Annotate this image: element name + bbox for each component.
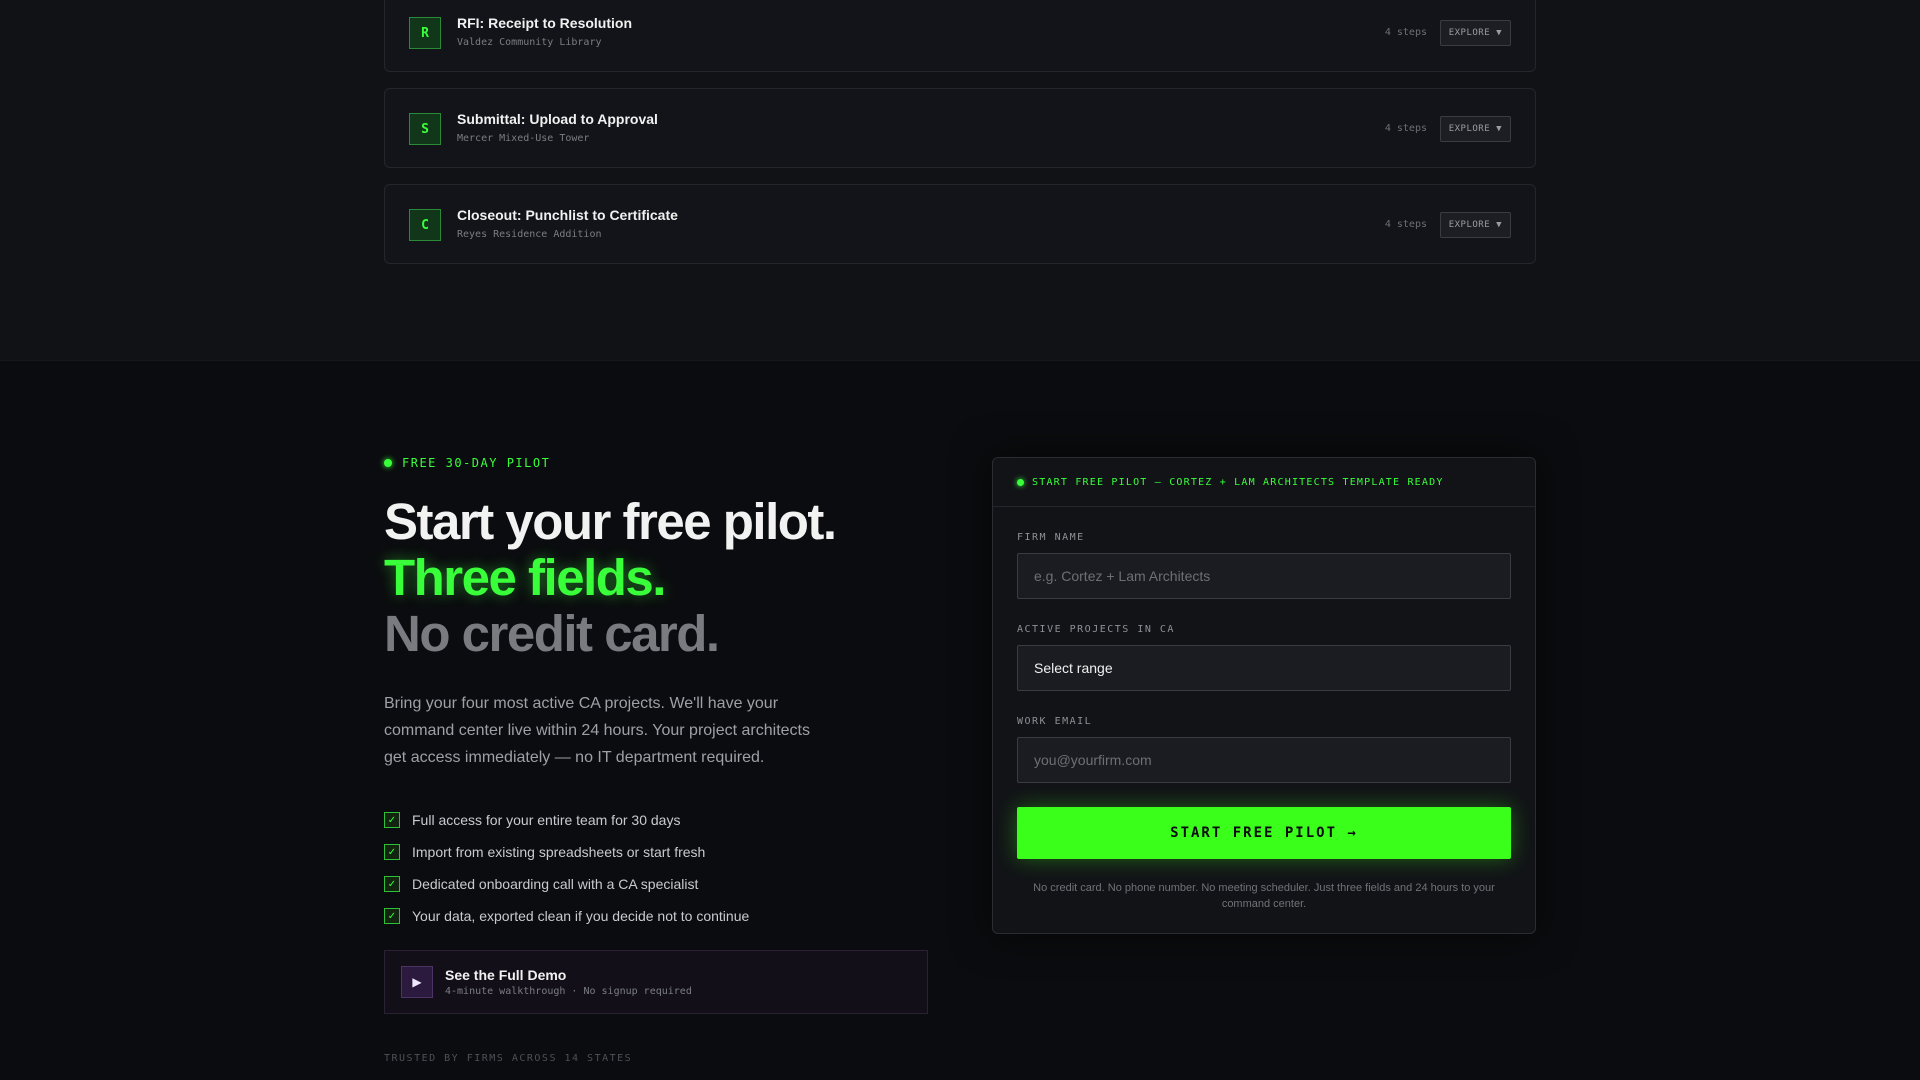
benefit-text: Dedicated onboarding call with a CA spec… [412, 876, 699, 892]
pilot-signup-form: START FREE PILOT — CORTEZ + LAM ARCHITEC… [992, 457, 1536, 934]
benefit-text: Import from existing spreadsheets or sta… [412, 844, 706, 860]
benefit-text: Full access for your entire team for 30 … [412, 812, 681, 828]
workflow-card-closeout: C Closeout: Punchlist to Certificate Rey… [384, 184, 1536, 264]
headline-line-3: No credit card. [384, 605, 720, 662]
list-item: ✓ Full access for your entire team for 3… [384, 804, 749, 836]
workflow-steps: 4 steps [1384, 27, 1427, 38]
workflow-project: Mercer Mixed-Use Tower [457, 133, 590, 144]
projects-label: ACTIVE PROJECTS IN CA [1017, 624, 1175, 635]
workflow-card-submittal: S Submittal: Upload to Approval Mercer M… [384, 88, 1536, 168]
workflow-badge: R [409, 17, 441, 49]
page-title: Start your free pilot. Three fields. No … [384, 493, 837, 662]
workflow-badge: S [409, 113, 441, 145]
form-fineprint: No credit card. No phone number. No meet… [1033, 882, 1495, 910]
check-icon: ✓ [384, 844, 400, 860]
check-icon: ✓ [384, 812, 400, 828]
firm-name-label: FIRM NAME [1017, 532, 1085, 543]
explore-button[interactable]: EXPLORE ▼ [1439, 212, 1511, 238]
explore-button[interactable]: EXPLORE ▼ [1439, 116, 1511, 142]
status-dot-icon [1017, 478, 1024, 486]
work-email-field[interactable] [1017, 737, 1511, 783]
workflow-steps: 4 steps [1384, 123, 1427, 134]
pilot-eyebrow: FREE 30-DAY PILOT [384, 456, 550, 470]
status-dot-icon [384, 459, 392, 467]
headline-line-2: Three fields. [384, 549, 666, 606]
workflow-project: Valdez Community Library [457, 37, 602, 48]
list-item: ✓ Dedicated onboarding call with a CA sp… [384, 868, 749, 900]
form-header-label: START FREE PILOT — CORTEZ + LAM ARCHITEC… [1032, 476, 1444, 488]
start-free-pilot-button[interactable]: START FREE PILOT → [1017, 807, 1511, 859]
lead-paragraph: Bring your four most active CA projects.… [384, 695, 810, 766]
demo-subtitle: 4-minute walkthrough · No signup require… [445, 986, 692, 997]
workflow-list-section: R RFI: Receipt to Resolution Valdez Comm… [0, 0, 1920, 361]
workflow-badge: C [409, 209, 441, 241]
demo-text: See the Full Demo 4-minute walkthrough ·… [445, 967, 692, 997]
workflow-card-rfi: R RFI: Receipt to Resolution Valdez Comm… [384, 0, 1536, 72]
workflow-title: RFI: Receipt to Resolution [457, 15, 632, 31]
full-demo-link[interactable]: ▶ See the Full Demo 4-minute walkthrough… [384, 950, 928, 1014]
demo-title: See the Full Demo [445, 967, 567, 983]
workflow-title: Submittal: Upload to Approval [457, 111, 658, 127]
check-icon: ✓ [384, 876, 400, 892]
explore-button[interactable]: EXPLORE ▼ [1439, 20, 1511, 46]
projects-range-select[interactable]: Select range [1017, 645, 1511, 691]
check-icon: ✓ [384, 908, 400, 924]
workflow-steps: 4 steps [1384, 219, 1427, 230]
list-item: ✓ Your data, exported clean if you decid… [384, 900, 749, 932]
play-icon: ▶ [401, 966, 433, 998]
workflow-title: Closeout: Punchlist to Certificate [457, 207, 678, 223]
headline-line-1: Start your free pilot. [384, 493, 837, 550]
workflow-project: Reyes Residence Addition [457, 229, 602, 240]
eyebrow-label: FREE 30-DAY PILOT [402, 456, 551, 470]
work-email-label: WORK EMAIL [1017, 716, 1093, 727]
form-body: FIRM NAME ACTIVE PROJECTS IN CA Select r… [993, 532, 1535, 912]
list-item: ✓ Import from existing spreadsheets or s… [384, 836, 749, 868]
trusted-by-label: TRUSTED BY FIRMS ACROSS 14 STATES [384, 1053, 633, 1064]
benefit-text: Your data, exported clean if you decide … [412, 908, 750, 924]
form-header: START FREE PILOT — CORTEZ + LAM ARCHITEC… [993, 458, 1535, 507]
firm-name-field[interactable] [1017, 553, 1511, 599]
benefit-list: ✓ Full access for your entire team for 3… [384, 804, 749, 932]
pilot-section: FREE 30-DAY PILOT Start your free pilot.… [0, 362, 1920, 1080]
select-value: Select range [1034, 660, 1113, 676]
